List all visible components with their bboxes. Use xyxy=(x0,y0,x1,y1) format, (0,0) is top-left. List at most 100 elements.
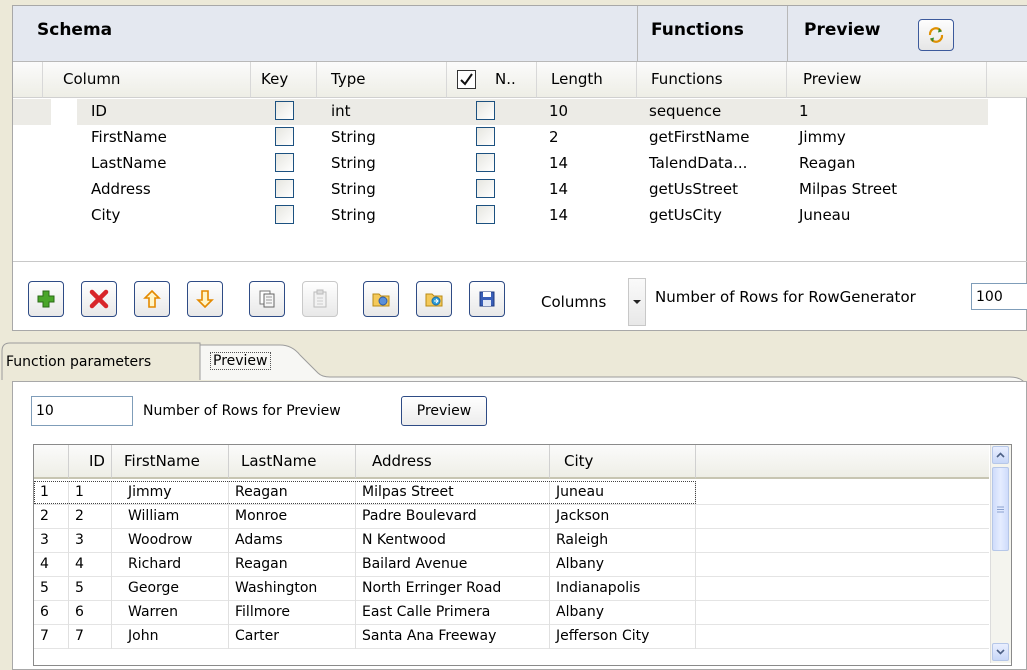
cell-lastname: Monroe xyxy=(229,505,356,529)
cell-id: 7 xyxy=(69,625,112,649)
key-checkbox[interactable] xyxy=(275,127,294,146)
cell-preview: 1 xyxy=(799,102,809,120)
col-header-key[interactable]: Key xyxy=(251,62,317,98)
cell-city: Indianapolis xyxy=(550,577,696,601)
add-column-button[interactable] xyxy=(28,281,64,317)
cell-type[interactable]: String xyxy=(331,206,376,224)
cell-type[interactable]: int xyxy=(331,102,351,120)
col-header-preview[interactable]: Preview xyxy=(787,62,987,98)
chevron-down-icon xyxy=(996,649,1005,655)
cell-address: Padre Boulevard xyxy=(356,505,550,529)
col-header-nullable[interactable]: N.. xyxy=(447,62,537,98)
cell-column[interactable]: Address xyxy=(91,180,151,198)
nullable-checkbox[interactable] xyxy=(476,179,495,198)
cell-column[interactable]: FirstName xyxy=(91,128,167,146)
tab-function-parameters[interactable]: Function parameters xyxy=(6,354,151,370)
cell-length[interactable]: 14 xyxy=(549,180,568,198)
cell-function[interactable]: getUsCity xyxy=(649,206,722,224)
cell-index: 3 xyxy=(34,529,69,553)
key-checkbox[interactable] xyxy=(275,179,294,198)
nullable-all-checkbox[interactable] xyxy=(457,70,476,89)
tab-preview[interactable]: Preview xyxy=(210,352,271,370)
scroll-up-button[interactable] xyxy=(992,446,1009,464)
preview-row[interactable]: 7 7 John Carter Santa Ana Freeway Jeffer… xyxy=(34,625,989,649)
col-header-length[interactable]: Length xyxy=(537,62,637,98)
cell-index: 5 xyxy=(34,577,69,601)
preview-header: Preview xyxy=(788,6,1027,62)
col-header-type[interactable]: Type xyxy=(317,62,447,98)
cell-firstname: George xyxy=(112,577,229,601)
col-header-city[interactable]: City xyxy=(550,445,696,479)
remove-column-button[interactable] xyxy=(81,281,117,317)
cell-firstname: Richard xyxy=(112,553,229,577)
schema-row[interactable]: FirstName String 2 getFirstName Jimmy xyxy=(13,125,988,151)
preview-button[interactable]: Preview xyxy=(401,396,487,426)
import-button[interactable] xyxy=(363,281,399,317)
preview-scrollbar[interactable] xyxy=(990,445,1011,663)
schema-row[interactable]: Address String 14 getUsStreet Milpas Str… xyxy=(13,177,988,203)
export-button[interactable] xyxy=(416,281,452,317)
paste-button[interactable] xyxy=(302,281,338,317)
preview-row[interactable]: 4 4 Richard Reagan Bailard Avenue Albany xyxy=(34,553,989,577)
cell-index: 2 xyxy=(34,505,69,529)
cell-column[interactable]: City xyxy=(91,206,120,224)
scroll-down-button[interactable] xyxy=(992,643,1009,661)
schema-row[interactable]: City String 14 getUsCity Juneau xyxy=(13,203,988,229)
rows-generator-input[interactable] xyxy=(971,283,1027,310)
cell-function[interactable]: getUsStreet xyxy=(649,180,738,198)
chevron-down-icon xyxy=(633,300,641,304)
schema-row[interactable]: ID int 10 sequence 1 xyxy=(13,99,988,125)
preview-row[interactable]: 3 3 Woodrow Adams N Kentwood Raleigh xyxy=(34,529,989,553)
cell-lastname: Washington xyxy=(229,577,356,601)
move-up-button[interactable] xyxy=(134,281,170,317)
cell-preview: Reagan xyxy=(799,154,856,172)
cell-function[interactable]: getFirstName xyxy=(649,128,749,146)
columns-dropdown[interactable] xyxy=(628,278,646,326)
cell-type[interactable]: String xyxy=(331,128,376,146)
copy-button[interactable] xyxy=(249,281,285,317)
nullable-checkbox[interactable] xyxy=(476,205,495,224)
cell-function[interactable]: sequence xyxy=(649,102,721,120)
cell-city: Jackson xyxy=(550,505,696,529)
refresh-preview-button[interactable] xyxy=(918,19,954,51)
cell-length[interactable]: 2 xyxy=(549,128,559,146)
scroll-thumb[interactable] xyxy=(992,467,1009,551)
key-checkbox[interactable] xyxy=(275,153,294,172)
nullable-checkbox[interactable] xyxy=(476,153,495,172)
checkmark-icon xyxy=(460,73,473,86)
rows-generator-label: Number of Rows for RowGenerator xyxy=(655,288,916,306)
key-checkbox[interactable] xyxy=(275,101,294,120)
cell-function[interactable]: TalendData... xyxy=(649,154,747,172)
move-down-button[interactable] xyxy=(187,281,223,317)
row-selector xyxy=(51,99,77,125)
preview-row[interactable]: 6 6 Warren Fillmore East Calle Primera A… xyxy=(34,601,989,625)
paste-icon xyxy=(313,289,327,308)
cell-length[interactable]: 14 xyxy=(549,206,568,224)
key-checkbox[interactable] xyxy=(275,205,294,224)
row-header-col xyxy=(13,62,43,98)
cell-length[interactable]: 14 xyxy=(549,154,568,172)
col-header-id[interactable]: ID xyxy=(69,445,112,479)
preview-row[interactable]: 1 1 Jimmy Reagan Milpas Street Juneau xyxy=(34,481,989,505)
cell-type[interactable]: String xyxy=(331,180,376,198)
cell-column[interactable]: LastName xyxy=(91,154,167,172)
col-header-lastname[interactable]: LastName xyxy=(229,445,356,479)
col-header-functions[interactable]: Functions xyxy=(637,62,787,98)
cell-length[interactable]: 10 xyxy=(549,102,568,120)
cell-preview: Juneau xyxy=(799,206,851,224)
col-header-firstname[interactable]: FirstName xyxy=(112,445,229,479)
save-button[interactable] xyxy=(469,281,505,317)
cell-type[interactable]: String xyxy=(331,154,376,172)
preview-row[interactable]: 5 5 George Washington North Erringer Roa… xyxy=(34,577,989,601)
nullable-checkbox[interactable] xyxy=(476,101,495,120)
cell-column[interactable]: ID xyxy=(91,102,107,120)
preview-rows-input[interactable] xyxy=(31,396,133,426)
preview-row[interactable]: 2 2 William Monroe Padre Boulevard Jacks… xyxy=(34,505,989,529)
col-header-column[interactable]: Column xyxy=(43,62,251,98)
col-header-filler xyxy=(987,62,1027,98)
nullable-checkbox[interactable] xyxy=(476,127,495,146)
cell-preview: Milpas Street xyxy=(799,180,898,198)
plus-icon xyxy=(37,290,55,308)
col-header-address[interactable]: Address xyxy=(356,445,550,479)
schema-row[interactable]: LastName String 14 TalendData... Reagan xyxy=(13,151,988,177)
